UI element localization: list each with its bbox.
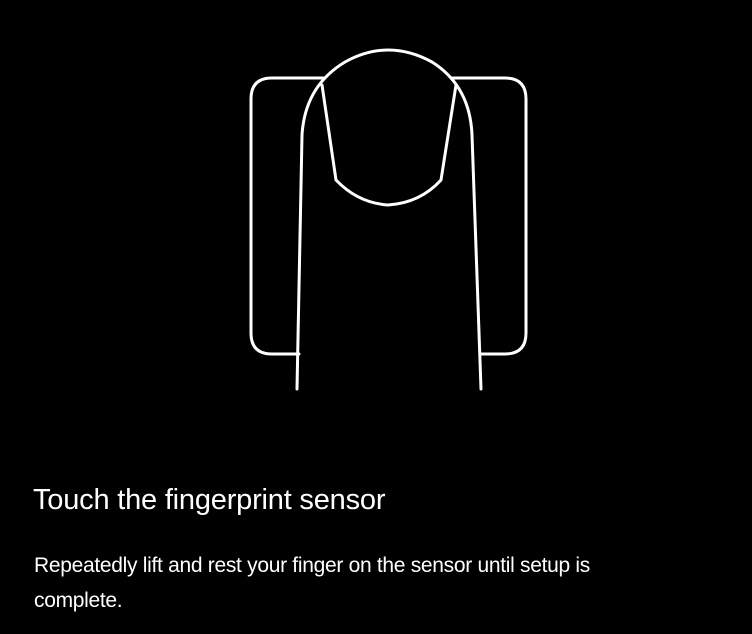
page-title: Touch the fingerprint sensor — [33, 484, 386, 516]
instruction-text: Repeatedly lift and rest your finger on … — [34, 554, 590, 612]
fingernail-outline — [320, 83, 458, 207]
fingerprint-illustration — [0, 0, 752, 420]
sensor-pad-outline-right — [449, 76, 528, 356]
finger-on-sensor-icon — [249, 48, 528, 391]
sensor-pad-outline — [249, 76, 327, 356]
